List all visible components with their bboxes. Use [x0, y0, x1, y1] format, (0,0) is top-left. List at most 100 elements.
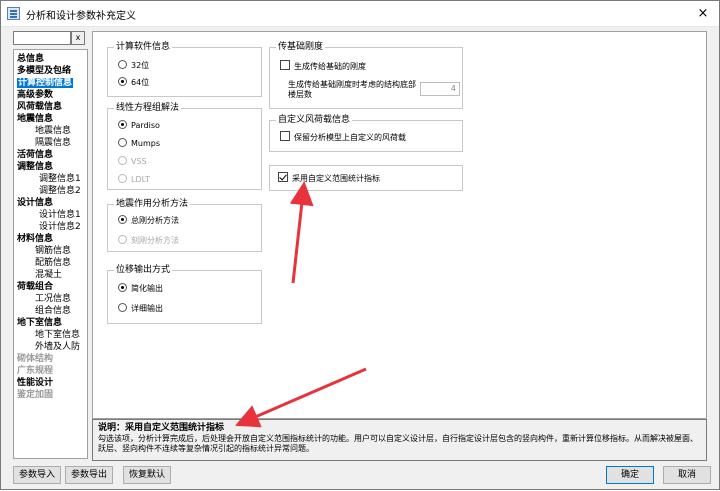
radio-simplified-output[interactable]: 简化输出 — [118, 283, 163, 295]
checkbox-icon — [280, 131, 290, 141]
radio-icon — [118, 283, 127, 292]
radio-total-stiffness[interactable]: 总刚分析方法 — [118, 215, 179, 227]
software-group-title: 计算软件信息 — [114, 41, 173, 53]
radio-64bit[interactable]: 64位 — [118, 77, 149, 89]
nav-tree[interactable]: 总信息 多模型及包络 计算控制信息 高级参数 风荷载信息 地震信息 地震信息 隔震信息 活荷信息… — [13, 49, 88, 459]
description-box: 说明：采用自定义范围统计指标 勾选该项，分析计算完成后，后处理会开放自定义范围指… — [92, 419, 707, 461]
nav-item-label: 总信息 — [17, 54, 45, 64]
radio-detailed-output[interactable]: 详细输出 — [118, 303, 163, 315]
nav-item-label: 高级参数 — [17, 90, 54, 100]
cancel-button[interactable]: 取消 — [663, 466, 711, 484]
nav-item[interactable]: 设计信息1 — [17, 209, 87, 221]
nav-item[interactable]: 多模型及包络 — [17, 65, 87, 77]
nav-item-label: 混凝土 — [35, 270, 63, 280]
nav-item[interactable]: 设计信息 — [17, 197, 87, 209]
nav-item[interactable]: 地下室信息 — [17, 329, 87, 341]
radio-pardiso[interactable]: Pardiso — [118, 120, 160, 132]
radio-ldlt: LDLT — [118, 174, 150, 186]
nav-item-label: 隔震信息 — [35, 138, 72, 148]
nav-item-label: 工况信息 — [35, 294, 72, 304]
nav-item-label: 钢筋信息 — [35, 246, 72, 256]
nav-item-label: 组合信息 — [35, 306, 72, 316]
app-icon — [7, 7, 20, 20]
radio-32bit[interactable]: 32位 — [118, 60, 149, 72]
nav-search-input[interactable] — [13, 31, 71, 45]
ok-button[interactable]: 确定 — [606, 466, 654, 484]
radio-mumps[interactable]: Mumps — [118, 138, 160, 150]
radio-icon — [118, 235, 127, 244]
foundation-group-title: 传基础刚度 — [276, 41, 326, 53]
seismic-group: 地震作用分析方法 总刚分析方法 刻刚分析方法 — [107, 198, 262, 252]
nav-item-label: 地下室信息 — [35, 330, 81, 340]
nav-item-label: 调整信息 — [17, 162, 54, 172]
nav-item[interactable]: 混凝土 — [17, 269, 87, 281]
nav-item: 砌体结构 — [17, 353, 87, 365]
dialog-window: 分析和设计参数补充定义 × x 总信息多模型及包络 计算控制信息 高级参数风荷载信息… — [0, 0, 720, 490]
check-foundation-stiffness[interactable]: 生成传给基础的刚度 — [280, 60, 366, 72]
foundation-floors-input[interactable]: 4 — [420, 82, 460, 96]
radio-icon — [118, 120, 127, 129]
nav-item[interactable]: 设计信息2 — [17, 221, 87, 233]
check-custom-wind[interactable]: 保留分析模型上自定义的风荷载 — [280, 131, 406, 143]
nav-item-label: 外墙及人防 — [35, 342, 81, 352]
nav-item: 广东规程 — [17, 365, 87, 377]
nav-item[interactable]: 地下室信息 — [17, 317, 87, 329]
nav-item[interactable]: 隔震信息 — [17, 137, 87, 149]
custom-stat-box: 采用自定义范围统计指标 — [269, 165, 463, 191]
nav-item[interactable]: 总信息 — [17, 53, 87, 65]
import-button[interactable]: 参数导入 — [13, 466, 61, 484]
wind-group: 自定义风荷载信息 保留分析模型上自定义的风荷载 — [269, 114, 463, 152]
radio-icon — [118, 215, 127, 224]
nav-item-label: 荷载组合 — [17, 282, 54, 292]
radio-icon — [118, 174, 127, 183]
solver-group: 线性方程组解法 Pardiso Mumps VSS LDLT — [107, 102, 262, 190]
radio-icon — [118, 156, 127, 165]
nav-item[interactable]: 调整信息1 — [17, 173, 87, 185]
close-button[interactable]: × — [695, 6, 711, 22]
nav-item[interactable]: 风荷载信息 — [17, 101, 87, 113]
nav-item-label: 计算控制信息 — [17, 78, 74, 88]
nav-item[interactable]: 计算控制信息 — [17, 77, 87, 89]
nav-item[interactable]: 性能设计 — [17, 377, 87, 389]
nav-item[interactable]: 外墙及人防 — [17, 341, 87, 353]
displacement-group: 位移输出方式 简化输出 详细输出 — [107, 264, 262, 324]
nav-item-label: 材料信息 — [17, 234, 54, 244]
nav-item-label: 广东规程 — [17, 366, 54, 376]
nav-item-label: 配筋信息 — [35, 258, 72, 268]
restore-default-button[interactable]: 恢复默认 — [123, 466, 171, 484]
description-title: 说明：采用自定义范围统计指标 — [98, 423, 225, 433]
settings-panel: 计算软件信息 32位 64位 线性方程组解法 Pardiso Mumps VSS… — [92, 31, 707, 419]
export-button[interactable]: 参数导出 — [65, 466, 113, 484]
nav-item-label: 设计信息1 — [39, 210, 81, 220]
nav-item[interactable]: 钢筋信息 — [17, 245, 87, 257]
nav-item[interactable]: 荷载组合 — [17, 281, 87, 293]
nav-item-label: 风荷载信息 — [17, 102, 63, 112]
nav-item[interactable]: 组合信息 — [17, 305, 87, 317]
nav-item[interactable]: 调整信息 — [17, 161, 87, 173]
nav-item[interactable]: 高级参数 — [17, 89, 87, 101]
nav-item[interactable]: 调整信息2 — [17, 185, 87, 197]
nav-item[interactable]: 配筋信息 — [17, 257, 87, 269]
radio-icon — [118, 138, 127, 147]
nav-item-label: 地下室信息 — [17, 318, 63, 328]
nav-item[interactable]: 工况信息 — [17, 293, 87, 305]
description-body: 勾选该项，分析计算完成后，后处理会开放自定义范围指标统计的功能。用户可以自定义设… — [98, 434, 698, 453]
checkbox-icon — [278, 172, 288, 182]
radio-stiffness-alt: 刻刚分析方法 — [118, 235, 179, 247]
nav-item[interactable]: 地震信息 — [17, 113, 87, 125]
nav-item-label: 地震信息 — [17, 114, 54, 124]
nav-item-label: 调整信息2 — [39, 186, 81, 196]
title-bar: 分析和设计参数补充定义 × — [1, 1, 719, 27]
nav-item[interactable]: 活荷信息 — [17, 149, 87, 161]
displacement-group-title: 位移输出方式 — [114, 264, 173, 276]
radio-icon — [118, 77, 127, 86]
nav-item[interactable]: 地震信息 — [17, 125, 87, 137]
nav-item[interactable]: 材料信息 — [17, 233, 87, 245]
nav-item-label: 多模型及包络 — [17, 66, 72, 76]
nav-item-label: 设计信息 — [17, 198, 54, 208]
window-title: 分析和设计参数补充定义 — [26, 11, 136, 22]
nav-clear-button[interactable]: x — [71, 31, 85, 45]
radio-icon — [118, 60, 127, 69]
check-custom-stat[interactable]: 采用自定义范围统计指标 — [278, 172, 380, 184]
nav-item-label: 活荷信息 — [17, 150, 54, 160]
